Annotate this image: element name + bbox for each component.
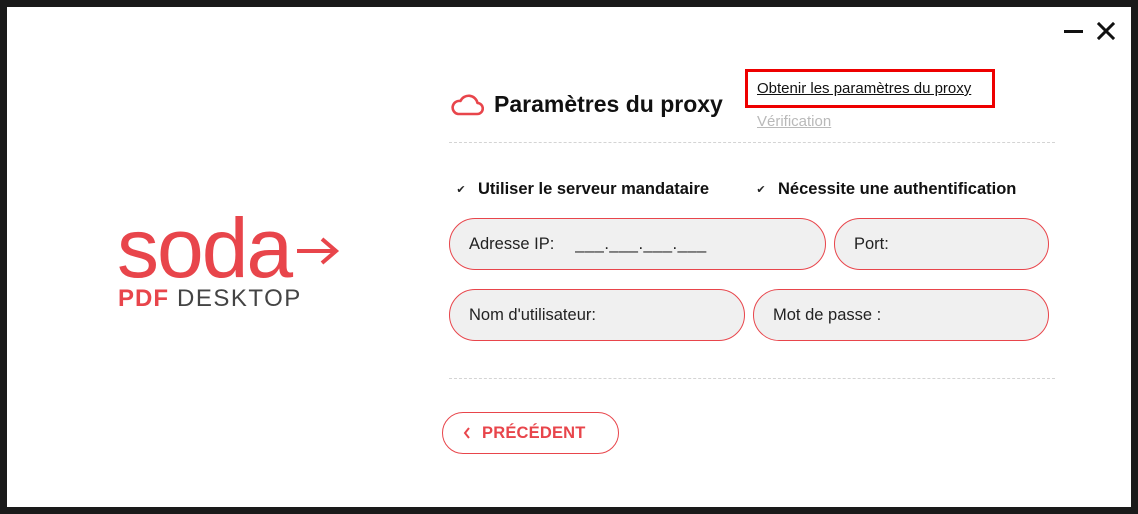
logo-desktop: DESKTOP bbox=[177, 285, 302, 312]
ip-address-field[interactable]: Adresse IP: ___.___.___.___ bbox=[449, 218, 826, 270]
requires-auth-label: Nécessite une authentification bbox=[778, 180, 1017, 198]
previous-button[interactable]: PRÉCÉDENT bbox=[442, 412, 619, 454]
minimize-button[interactable] bbox=[1063, 21, 1085, 41]
requires-auth-checkbox[interactable]: ✔ Nécessite une authentification bbox=[754, 180, 1016, 199]
checkmark-icon: ✔ bbox=[456, 184, 466, 196]
proxy-settings-window: soda PDF DESKTOP Paramètres du proxy Obt… bbox=[7, 7, 1131, 507]
ip-address-value: ___.___.___.___ bbox=[575, 234, 707, 253]
previous-button-label: PRÉCÉDENT bbox=[482, 423, 586, 442]
username-label: Nom d'utilisateur: bbox=[469, 305, 596, 324]
soda-pdf-logo: soda PDF DESKTOP bbox=[117, 207, 340, 312]
close-icon bbox=[1097, 22, 1115, 40]
port-label: Port: bbox=[854, 234, 889, 253]
arrow-right-icon bbox=[297, 237, 340, 265]
get-proxy-settings-link[interactable]: Obtenir les paramètres du proxy bbox=[757, 80, 971, 97]
logo-pdf: PDF bbox=[118, 285, 169, 312]
close-button[interactable] bbox=[1095, 21, 1117, 41]
use-proxy-checkbox[interactable]: ✔ Utiliser le serveur mandataire bbox=[454, 180, 709, 199]
use-proxy-label: Utiliser le serveur mandataire bbox=[478, 180, 710, 198]
password-field[interactable]: Mot de passe : bbox=[753, 289, 1049, 341]
divider bbox=[449, 378, 1055, 379]
checkmark-icon: ✔ bbox=[756, 184, 766, 196]
port-field[interactable]: Port: bbox=[834, 218, 1049, 270]
chevron-left-icon bbox=[463, 427, 470, 439]
logo-word: soda bbox=[117, 207, 293, 295]
verification-link: Vérification bbox=[757, 113, 832, 130]
ip-address-label: Adresse IP: bbox=[469, 234, 555, 253]
password-label: Mot de passe : bbox=[773, 305, 882, 324]
divider bbox=[449, 142, 1055, 143]
cloud-icon bbox=[451, 94, 484, 116]
username-field[interactable]: Nom d'utilisateur: bbox=[449, 289, 745, 341]
page-title: Paramètres du proxy bbox=[494, 91, 723, 117]
